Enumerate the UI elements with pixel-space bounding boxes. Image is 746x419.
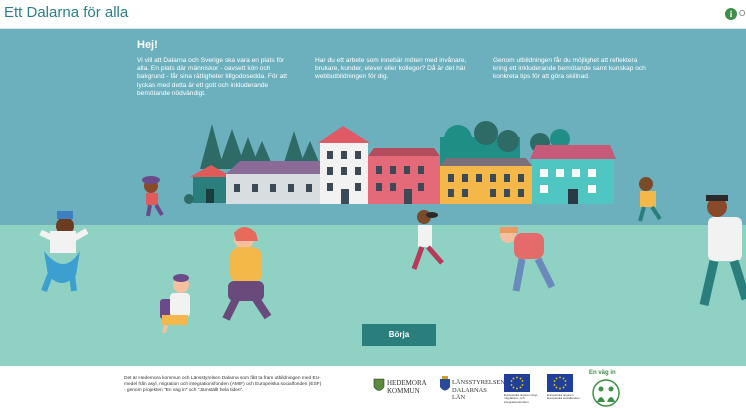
- info-icon[interactable]: i: [725, 8, 737, 20]
- hero-illustration: Hej! Vi vill att Dalarna och Sverige ska…: [0, 29, 746, 366]
- eu-caption-esf: Europeiska unionen Europeiska socialfond…: [547, 393, 580, 401]
- info-label[interactable]: O: [739, 9, 745, 18]
- eu-flag-icon: [547, 374, 573, 392]
- hedemora-crest-icon: [373, 378, 385, 391]
- app-title: Ett Dalarna för alla: [4, 4, 129, 21]
- hedemora-line2: KOMMUN: [387, 387, 420, 395]
- person-child-backpack: [160, 274, 190, 334]
- house-grey: [226, 161, 320, 204]
- footer-text: Det är Hedemora kommun och Länsstyrelsen…: [124, 376, 322, 393]
- person-cap-left: [39, 211, 89, 293]
- person-woman-yellow: [222, 227, 272, 321]
- person-yellow-small: [638, 177, 662, 222]
- person-bent-pink: [500, 227, 556, 292]
- lansstyrelsen-crest-icon: [440, 376, 450, 391]
- eu-logo-esf[interactable]: Europeiska unionen Europeiska socialfond…: [547, 366, 587, 416]
- house-teal: [190, 165, 232, 203]
- house-white: [318, 126, 370, 204]
- eu-logo-amif[interactable]: Europeiska unionen Asyl-, migrations- oc…: [504, 366, 544, 416]
- start-button[interactable]: Börja: [362, 324, 436, 346]
- eu-caption-amif: Europeiska unionen Asyl-, migrations- oc…: [504, 393, 539, 404]
- person-headphones-right: [699, 195, 746, 306]
- lansstyrelsen-logo[interactable]: LÄNSSTYRELSEN DALARNAS LÄN: [439, 374, 505, 402]
- lansstyrelsen-line2: DALARNAS LÄN: [452, 387, 487, 401]
- house-yellow: [440, 158, 532, 204]
- hedemora-line1: HEDEMORA: [387, 379, 427, 387]
- eu-flag-icon: [504, 374, 530, 392]
- town-scene: [39, 121, 746, 334]
- hedemora-logo[interactable]: HEDEMORA KOMMUN: [373, 376, 427, 400]
- envagin-logo[interactable]: En väg in: [589, 370, 623, 410]
- envagin-label: En väg in: [589, 370, 616, 376]
- envagin-people-icon: [592, 379, 620, 407]
- person-hat-walking: [142, 176, 164, 217]
- house-pink: [368, 148, 440, 204]
- house-turquoise: [530, 145, 616, 204]
- top-bar: Ett Dalarna för alla i O: [0, 0, 746, 29]
- footer: Det är Hedemora kommun och Länsstyrelsen…: [0, 366, 746, 419]
- person-running-center: [411, 210, 444, 270]
- lansstyrelsen-line1: LÄNSSTYRELSEN: [452, 379, 505, 386]
